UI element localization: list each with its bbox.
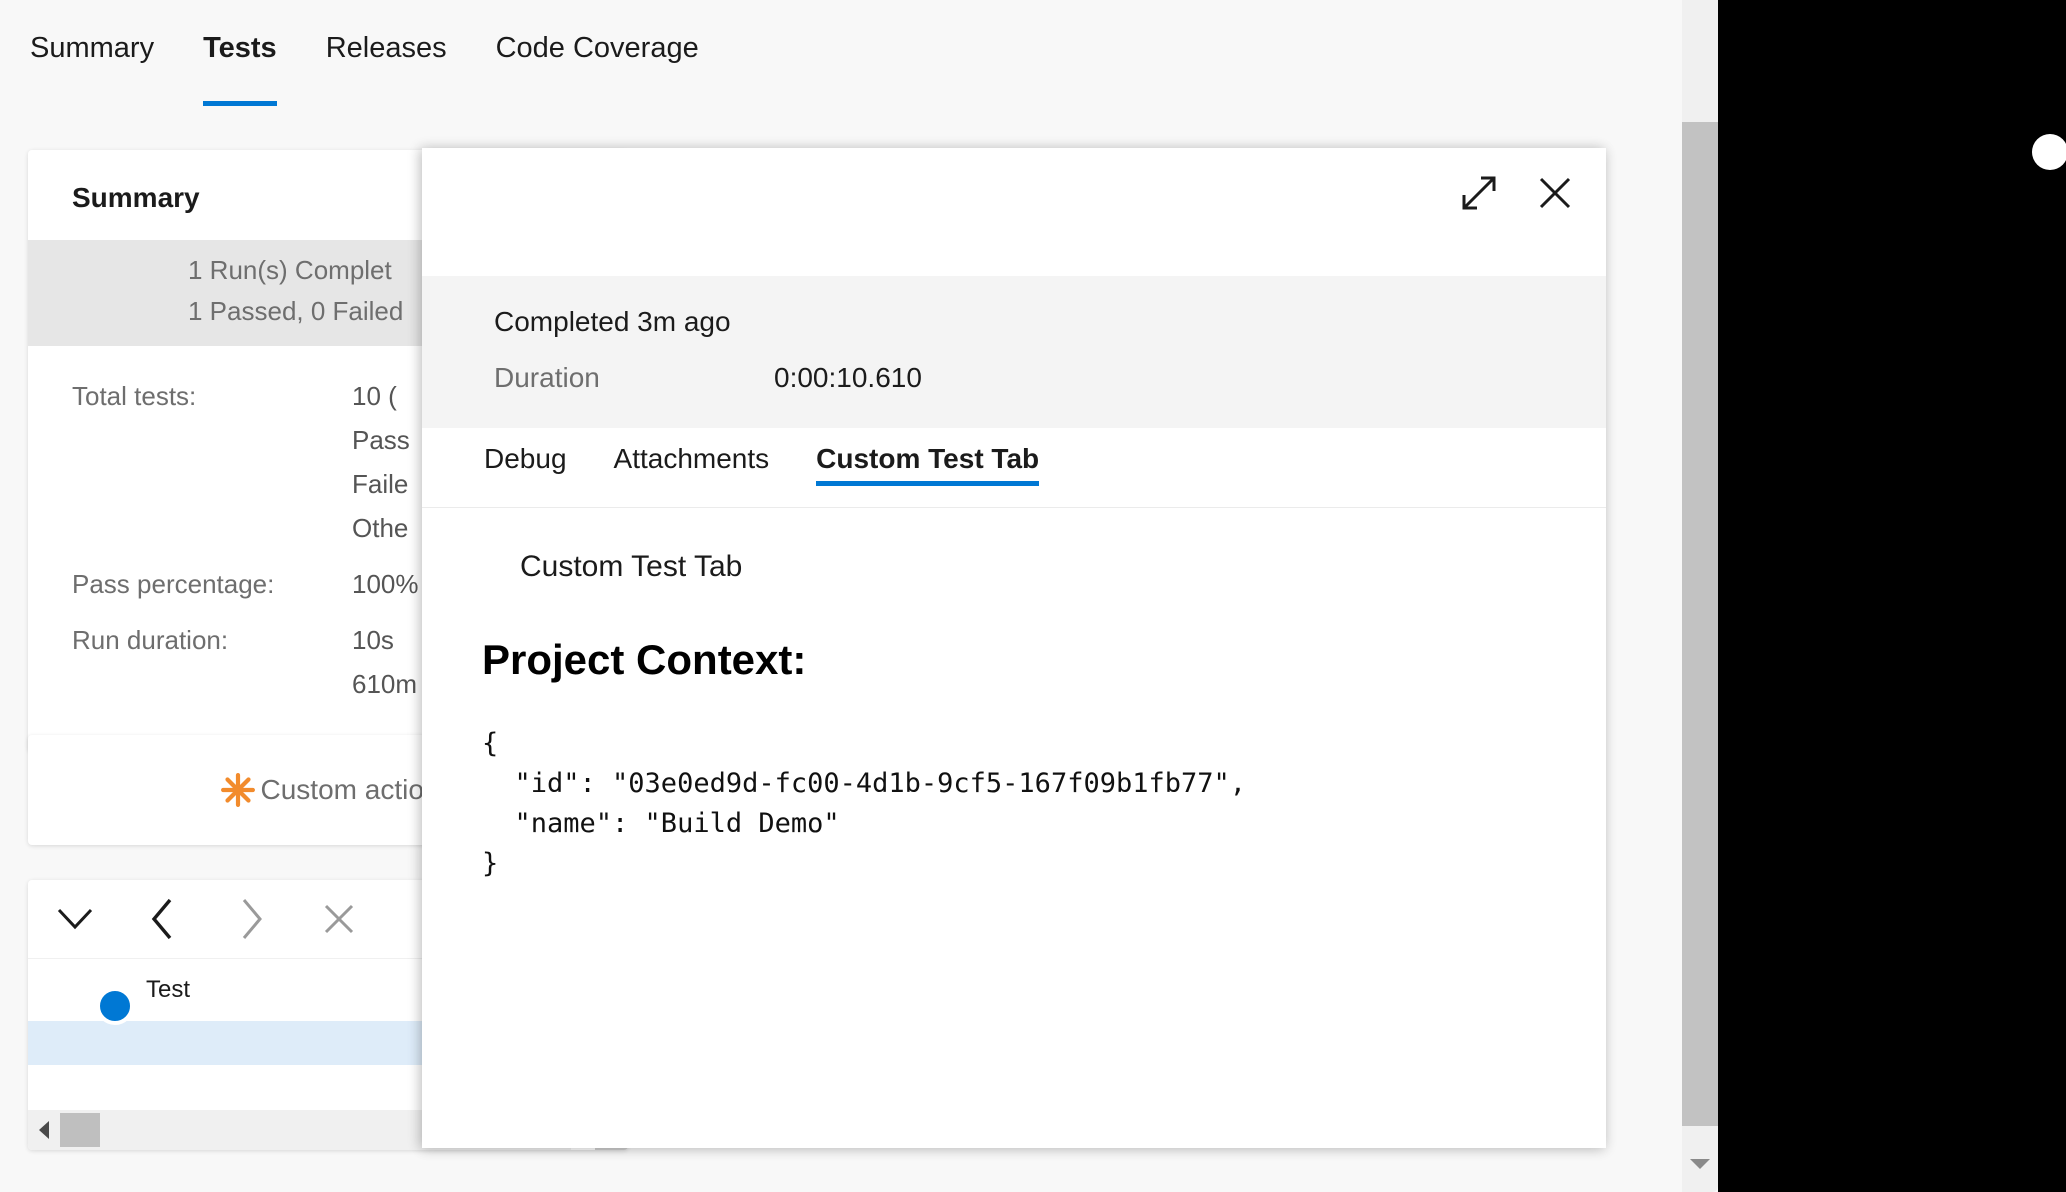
stat-values-total-tests: 10 ( Pass Faile Othe [352, 374, 410, 550]
detail-panel-actions [1456, 170, 1578, 216]
detail-panel-metadata: Completed 3m ago Duration 0:00:10.610 [422, 276, 1606, 428]
custom-action-label: Custom action [260, 774, 440, 805]
tab-debug[interactable]: Debug [484, 428, 567, 490]
detail-panel-tabs: Debug Attachments Custom Test Tab [422, 428, 1606, 508]
stat-label-pass-percentage: Pass percentage: [72, 569, 275, 599]
page-scrollbar[interactable] [1682, 0, 1718, 1192]
test-detail-panel: Completed 3m ago Duration 0:00:10.610 De… [422, 148, 1606, 1148]
detail-panel-duration-label: Duration [494, 362, 600, 393]
scroll-left-arrow-icon[interactable] [28, 1120, 60, 1140]
custom-tab-title: Custom Test Tab [520, 550, 743, 583]
top-navigation: Summary Tests Releases Code Coverage [0, 0, 1718, 118]
tab-attachments[interactable]: Attachments [614, 428, 770, 490]
mouse-cursor [2032, 134, 2066, 170]
detail-panel-body: Custom Test Tab Project Context: { "id":… [422, 508, 1606, 884]
asterisk-icon [220, 773, 255, 807]
stat-value-pass-percentage: 100% [352, 569, 419, 599]
stat-values-pass-percentage: 100% [352, 562, 419, 606]
next-icon[interactable] [226, 894, 276, 944]
stat-value-duration-millis: 610m [352, 669, 418, 699]
detail-panel-header [422, 148, 1606, 276]
stat-value-duration-seconds: 10s [352, 625, 394, 655]
tab-attachments-label: Attachments [613, 443, 770, 474]
topnav-tab-summary-label: Summary [30, 32, 155, 64]
stat-value-failed: Faile [352, 469, 409, 499]
topnav-tab-summary[interactable]: Summary [30, 28, 181, 68]
project-context-code: { "id": "03e0ed9d-fc00-4d1b-9cf5-167f09b… [482, 728, 1247, 879]
previous-icon[interactable] [138, 894, 188, 944]
detail-panel-duration-value: 0:00:10.610 [774, 362, 922, 393]
page-scroll-down-arrow-icon[interactable] [1682, 1136, 1718, 1192]
custom-action-button[interactable]: Custom action [217, 769, 440, 811]
stat-value-others: Othe [352, 513, 409, 543]
tab-debug-label: Debug [484, 443, 567, 474]
close-icon[interactable] [1532, 170, 1578, 216]
close-icon[interactable] [314, 894, 364, 944]
topnav-tab-tests[interactable]: Tests [203, 28, 304, 106]
stat-values-run-duration: 10s 610m [352, 618, 417, 706]
expand-icon[interactable] [1456, 170, 1502, 216]
topnav-tab-code-coverage-label: Code Coverage [495, 32, 699, 64]
grid-column-header-test: Test [146, 976, 191, 1003]
test-passed-status-icon [96, 987, 134, 1025]
browser-viewport: Summary Tests Releases Code Coverage Sum… [0, 0, 1718, 1192]
stat-value-total: 10 ( [352, 381, 397, 411]
stat-label-run-duration: Run duration: [72, 625, 229, 655]
chevron-down-icon[interactable] [50, 894, 100, 944]
stat-value-passed: Pass [352, 425, 410, 455]
detail-panel-duration-row: Duration 0:00:10.610 [494, 362, 1606, 394]
topnav-tab-releases-label: Releases [325, 32, 447, 64]
topnav-tab-releases[interactable]: Releases [326, 28, 474, 68]
topnav-tab-code-coverage[interactable]: Code Coverage [496, 28, 726, 68]
grid-horizontal-scroll-thumb[interactable] [60, 1113, 100, 1147]
tab-custom-test-tab-label: Custom Test Tab [816, 443, 1040, 474]
page-scroll-thumb[interactable] [1682, 122, 1718, 1126]
screen-root: Summary Tests Releases Code Coverage Sum… [0, 0, 2066, 1192]
topnav-tab-tests-label: Tests [203, 32, 277, 64]
stat-label-total-tests: Total tests: [72, 381, 197, 411]
tab-custom-test-tab[interactable]: Custom Test Tab [816, 428, 1039, 490]
project-context-heading: Project Context: [482, 636, 807, 683]
detail-panel-status: Completed 3m ago [494, 306, 731, 337]
